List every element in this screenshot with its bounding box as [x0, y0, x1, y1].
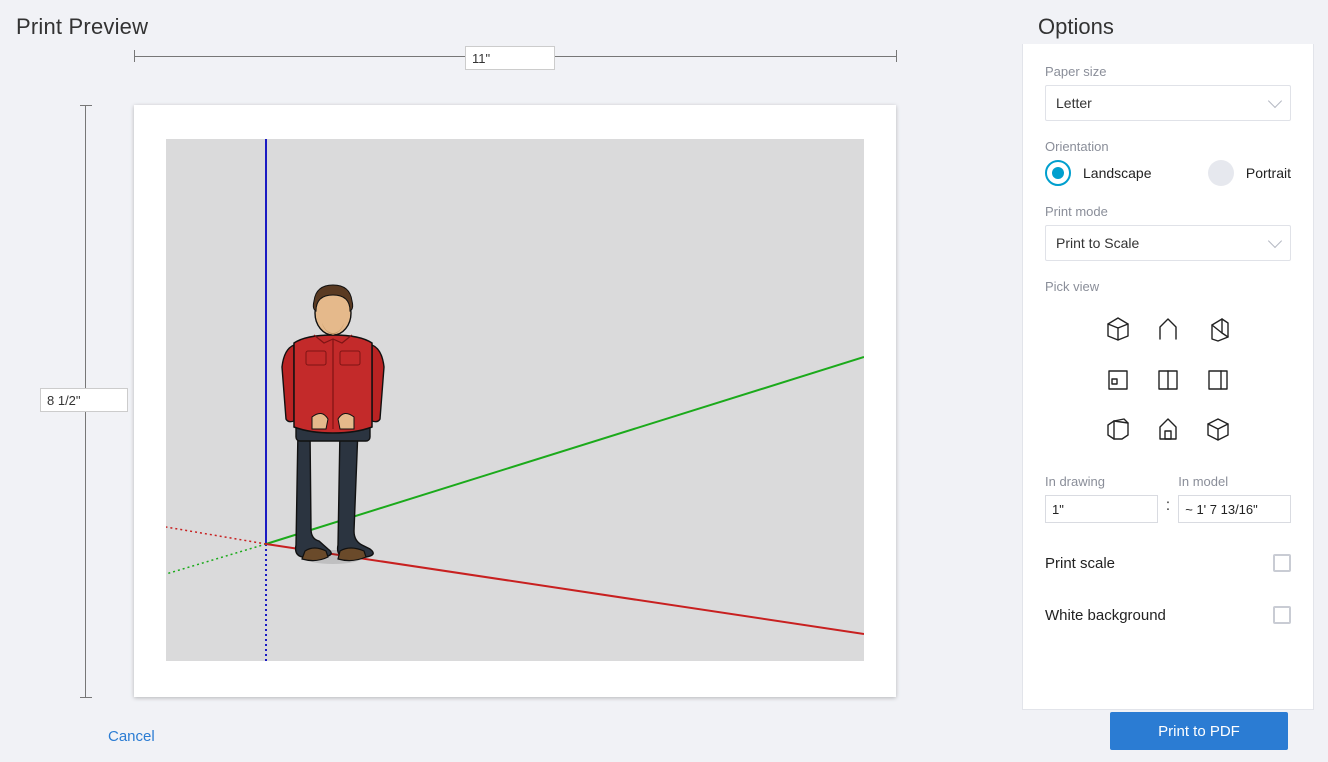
white-background-label: White background: [1045, 607, 1166, 624]
view-persp-back-icon: [1204, 415, 1232, 443]
print-to-pdf-button[interactable]: Print to PDF: [1110, 712, 1288, 750]
orientation-landscape-label: Landscape: [1083, 165, 1152, 181]
ruler-top-tick-right: [896, 50, 897, 62]
view-bottom-button[interactable]: [1193, 304, 1243, 354]
orientation-label: Orientation: [1045, 139, 1291, 154]
orientation-portrait-radio[interactable]: [1208, 160, 1234, 186]
print-scale-checkbox[interactable]: [1273, 554, 1291, 572]
print-mode-value: Print to Scale: [1056, 235, 1139, 251]
view-back-icon: [1154, 365, 1182, 393]
orientation-landscape-radio[interactable]: [1045, 160, 1071, 186]
view-right-button[interactable]: [1193, 354, 1243, 404]
page-height-input[interactable]: [40, 388, 128, 412]
ruler-left-tick-top: [80, 105, 92, 106]
in-drawing-input[interactable]: [1045, 495, 1158, 523]
cancel-button[interactable]: Cancel: [108, 728, 155, 745]
ruler-left-tick-bottom: [80, 697, 92, 698]
paper-size-label: Paper size: [1045, 64, 1291, 79]
pick-view-label: Pick view: [1045, 279, 1291, 294]
page-width-input[interactable]: [465, 46, 555, 70]
view-bottom-icon: [1204, 315, 1232, 343]
view-iso-button[interactable]: [1093, 304, 1143, 354]
page-title: Print Preview: [16, 14, 148, 40]
view-top-button[interactable]: [1143, 304, 1193, 354]
view-iso-icon: [1104, 315, 1132, 343]
paper-size-select[interactable]: Letter: [1045, 85, 1291, 121]
white-background-checkbox[interactable]: [1273, 606, 1291, 624]
in-drawing-label: In drawing: [1045, 474, 1158, 489]
chevron-down-icon: [1268, 94, 1282, 108]
view-persp-front-icon: [1154, 415, 1182, 443]
orientation-portrait-label: Portrait: [1246, 165, 1291, 181]
view-persp-back-button[interactable]: [1193, 404, 1243, 454]
paper-size-value: Letter: [1056, 95, 1092, 111]
in-model-label: In model: [1178, 474, 1291, 489]
options-panel: Paper size Letter Orientation Landscape …: [1022, 44, 1314, 710]
in-model-input[interactable]: [1178, 495, 1291, 523]
options-title: Options: [1038, 14, 1114, 40]
view-right-icon: [1204, 365, 1232, 393]
print-mode-label: Print mode: [1045, 204, 1291, 219]
view-left-button[interactable]: [1093, 404, 1143, 454]
scale-separator: :: [1164, 497, 1172, 515]
view-left-icon: [1104, 415, 1132, 443]
print-mode-select[interactable]: Print to Scale: [1045, 225, 1291, 261]
preview-page: [134, 105, 896, 697]
view-persp-front-button[interactable]: [1143, 404, 1193, 454]
preview-scene: [166, 139, 864, 661]
print-scale-label: Print scale: [1045, 555, 1115, 572]
ruler-top-tick-left: [134, 50, 135, 62]
view-front-button[interactable]: [1093, 354, 1143, 404]
view-top-icon: [1154, 315, 1182, 343]
view-front-icon: [1104, 365, 1132, 393]
view-back-button[interactable]: [1143, 354, 1193, 404]
chevron-down-icon: [1268, 234, 1282, 248]
